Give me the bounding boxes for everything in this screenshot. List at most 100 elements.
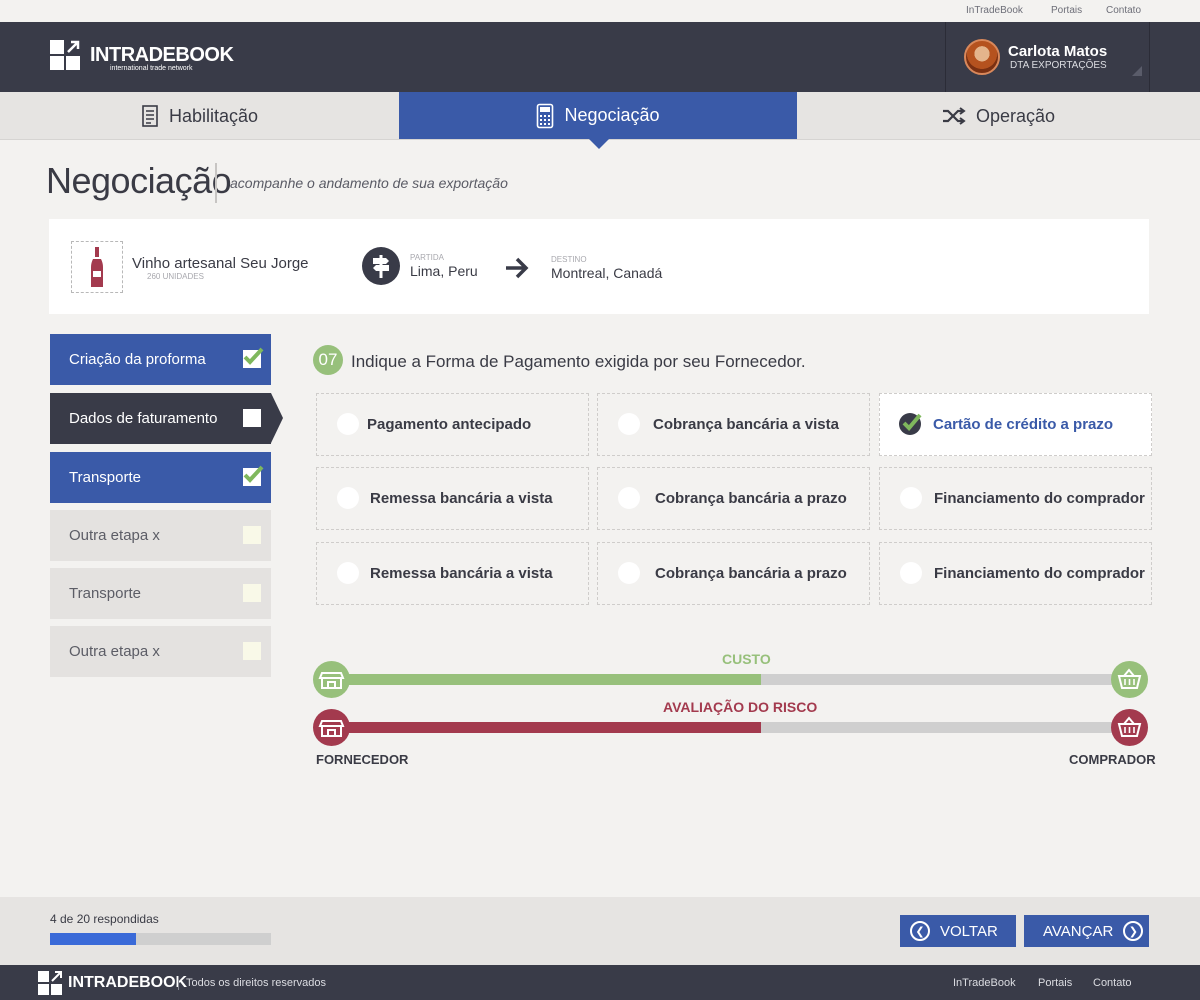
option-card[interactable]: Remessa bancária a vista <box>316 542 589 605</box>
step-label: Dados de faturamento <box>69 410 218 427</box>
option-card[interactable]: Cobrança bancária a vista <box>597 393 870 456</box>
document-list-icon <box>142 105 158 127</box>
chevron-left-icon: ❮ <box>910 921 930 941</box>
step-label: Transporte <box>69 469 141 486</box>
checkbox[interactable] <box>243 409 261 427</box>
destination-value: Montreal, Canadá <box>551 265 663 281</box>
tab-label: Negociação <box>564 105 660 125</box>
origin-value: Lima, Peru <box>410 263 478 279</box>
toplink-intradebook[interactable]: InTradeBook <box>966 5 1023 16</box>
tab-habilitacao[interactable]: Habilitação <box>0 92 399 140</box>
logo-mark-icon <box>50 40 80 70</box>
step-item[interactable]: Outra etapa x <box>50 510 271 561</box>
radio-button[interactable] <box>337 413 359 435</box>
page-subtitle: acompanhe o andamento de sua exportação <box>230 175 508 191</box>
question-number: 07 <box>313 345 343 375</box>
option-label: Remessa bancária a vista <box>370 490 553 507</box>
footer: INTRADEBOOK Todos os direitos reservados… <box>0 965 1200 1000</box>
risk-bar-fill <box>331 722 761 733</box>
radio-button[interactable] <box>337 562 359 584</box>
checkbox[interactable] <box>243 526 261 544</box>
progress-bar-area <box>0 897 1200 965</box>
radio-button[interactable] <box>900 487 922 509</box>
radio-button[interactable] <box>618 413 640 435</box>
step-label: Outra etapa x <box>69 527 160 544</box>
user-name: Carlota Matos <box>1008 43 1108 60</box>
option-label: Remessa bancária a vista <box>370 565 553 582</box>
checkmark-icon <box>243 465 264 483</box>
page-title: Negociação <box>46 160 232 201</box>
progress-fill <box>50 933 136 945</box>
option-label: Financiamento do comprador <box>934 490 1145 507</box>
option-card[interactable]: Pagamento antecipado <box>316 393 589 456</box>
radio-button[interactable] <box>618 562 640 584</box>
active-tab-pointer <box>589 139 609 149</box>
option-card[interactable]: Financiamento do comprador <box>879 467 1152 530</box>
step-item[interactable]: Dados de faturamento <box>50 393 271 444</box>
footer-link-intradebook[interactable]: InTradeBook <box>953 977 1016 989</box>
step-label: Transporte <box>69 585 141 602</box>
toplink-portais[interactable]: Portais <box>1051 5 1082 16</box>
risk-label: AVALIAÇÃO DO RISCO <box>663 699 818 715</box>
option-label: Cobrança bancária a vista <box>653 416 839 433</box>
basket-icon <box>1111 661 1148 698</box>
progress-track <box>50 933 271 945</box>
option-card[interactable]: Financiamento do comprador <box>879 542 1152 605</box>
product-quantity: 260 UNIDADES <box>147 272 204 281</box>
next-button-label: AVANÇAR <box>1043 922 1114 940</box>
buyer-label: COMPRADOR <box>1069 752 1156 767</box>
option-label: Cobrança bancária a prazo <box>655 565 847 582</box>
header: INTRADEBOOK international trade network … <box>0 22 1200 92</box>
caret-down-icon[interactable] <box>1132 66 1142 76</box>
next-button[interactable]: AVANÇAR ❯ <box>1024 915 1149 947</box>
risk-bar <box>331 722 1128 733</box>
radio-button[interactable] <box>337 487 359 509</box>
main-tabs: Habilitação Negociação Operação <box>0 92 1200 140</box>
wine-bottle-icon <box>91 247 103 287</box>
back-button-label: VOLTAR <box>940 922 998 940</box>
radio-button[interactable] <box>900 562 922 584</box>
logo-mark-icon <box>38 971 62 995</box>
step-item[interactable]: Outra etapa x <box>50 626 271 677</box>
brand-tagline: international trade network <box>110 65 193 72</box>
radio-button[interactable] <box>899 413 922 435</box>
checkmark-icon <box>243 347 264 365</box>
back-button[interactable]: ❮ VOLTAR <box>900 915 1016 947</box>
tab-negociacao[interactable]: Negociação <box>399 92 797 139</box>
signpost-icon <box>362 247 400 285</box>
user-role: DTA EXPORTAÇÕES <box>1010 60 1107 71</box>
option-card[interactable]: Cartão de crédito a prazo <box>879 393 1152 456</box>
step-item[interactable]: Criação da proforma <box>50 334 271 385</box>
arrow-right-icon <box>504 257 530 284</box>
cost-label: CUSTO <box>722 651 771 667</box>
toplink-contato[interactable]: Contato <box>1106 5 1141 16</box>
step-item[interactable]: Transporte <box>50 568 271 619</box>
destination-label: DESTINO <box>551 255 587 264</box>
footer-link-portais[interactable]: Portais <box>1038 977 1072 989</box>
progress-text: 4 de 20 respondidas <box>50 912 159 926</box>
checkbox[interactable] <box>243 584 261 602</box>
option-card[interactable]: Cobrança bancária a prazo <box>597 542 870 605</box>
origin-label: PARTIDA <box>410 253 444 262</box>
checkbox[interactable] <box>243 465 264 486</box>
checkbox[interactable] <box>243 642 261 660</box>
footer-brand[interactable]: INTRADEBOOK <box>68 974 187 992</box>
store-icon <box>313 661 350 698</box>
footer-link-contato[interactable]: Contato <box>1093 977 1132 989</box>
product-card: Vinho artesanal Seu Jorge 260 UNIDADES P… <box>49 219 1149 314</box>
option-card[interactable]: Cobrança bancária a prazo <box>597 467 870 530</box>
checkbox[interactable] <box>243 347 264 368</box>
tab-label: Habilitação <box>168 105 259 126</box>
step-label: Outra etapa x <box>69 643 160 660</box>
cost-bar-fill <box>331 674 761 685</box>
check-circle-icon <box>899 413 922 435</box>
calculator-icon <box>537 103 554 128</box>
product-thumbnail <box>71 241 123 293</box>
option-card[interactable]: Remessa bancária a vista <box>316 467 589 530</box>
step-item[interactable]: Transporte <box>50 452 271 503</box>
radio-button[interactable] <box>618 487 640 509</box>
step-label: Criação da proforma <box>69 351 206 368</box>
user-menu[interactable]: Carlota Matos DTA EXPORTAÇÕES <box>945 22 1150 92</box>
tab-operacao[interactable]: Operação <box>797 92 1200 140</box>
brand-name[interactable]: INTRADEBOOK <box>90 44 234 67</box>
